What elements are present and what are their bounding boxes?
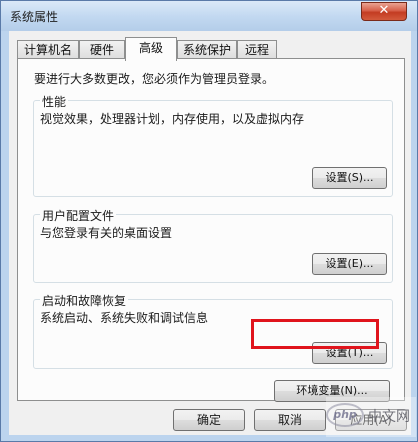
- cancel-button[interactable]: 取消: [254, 409, 326, 431]
- watermark: php 中文网: [326, 397, 416, 437]
- startup-recovery-title: 启动和故障恢复: [40, 292, 129, 309]
- ok-button[interactable]: 确定: [173, 409, 245, 431]
- performance-settings-button[interactable]: 设置(S)...: [312, 167, 387, 189]
- tab-system-protection[interactable]: 系统保护: [177, 40, 237, 60]
- tab-computer-name[interactable]: 计算机名: [17, 40, 79, 60]
- user-profiles-title: 用户配置文件: [40, 207, 117, 224]
- title-bar[interactable]: 系统属性 ✕: [1, 1, 417, 31]
- user-profiles-description: 与您登录有关的桌面设置: [40, 226, 173, 240]
- watermark-text: 中文网: [368, 409, 410, 425]
- close-icon: ✕: [378, 3, 390, 18]
- window-title: 系统属性: [10, 10, 59, 24]
- tab-advanced[interactable]: 高级: [125, 37, 177, 61]
- tab-strip: 计算机名 硬件 高级 系统保护 远程: [17, 37, 407, 61]
- tab-remote[interactable]: 远程: [237, 40, 277, 60]
- user-profiles-settings-button[interactable]: 设置(E)...: [312, 253, 387, 275]
- dialog-client-area: 计算机名 硬件 高级 系统保护 远程 要进行大多数更改，您必须作为管理员登录。 …: [9, 31, 411, 435]
- close-button[interactable]: ✕: [361, 2, 407, 21]
- environment-variables-highlight: [251, 319, 379, 349]
- performance-title: 性能: [40, 93, 69, 110]
- advanced-tab-panel: 要进行大多数更改，您必须作为管理员登录。 性能 视觉效果，处理器计划，内存使用，…: [17, 58, 405, 402]
- admin-notice: 要进行大多数更改，您必须作为管理员登录。: [34, 72, 275, 86]
- tab-hardware[interactable]: 硬件: [79, 40, 125, 60]
- php-logo-icon: php: [326, 403, 364, 427]
- performance-group: 性能 视觉效果，处理器计划，内存使用，以及虚拟内存 设置(S)...: [33, 93, 393, 197]
- system-properties-window: 系统属性 ✕ 计算机名 硬件 高级 系统保护 远程 要进行大多数更改，您必须作为…: [0, 0, 418, 442]
- performance-description: 视觉效果，处理器计划，内存使用，以及虚拟内存: [40, 112, 305, 126]
- user-profiles-group: 用户配置文件 与您登录有关的桌面设置 设置(E)...: [33, 207, 393, 283]
- startup-recovery-description: 系统启动、系统失败和调试信息: [40, 311, 209, 325]
